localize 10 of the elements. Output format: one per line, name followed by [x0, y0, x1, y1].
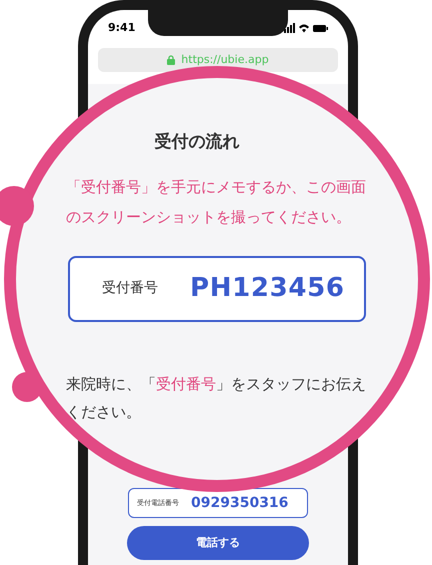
call-button[interactable]: 電話する: [127, 526, 309, 560]
instruction-text: 「受付番号」を手元にメモするか、この画面のスクリーンショットを撮ってください。: [66, 176, 367, 228]
section-title: 受付の流れ: [154, 131, 240, 154]
status-time: 9:41: [108, 20, 136, 36]
status-icons: [284, 23, 328, 33]
reception-number-label: 受付番号: [102, 279, 158, 298]
phone-number: 0929350316: [191, 494, 288, 512]
instruction-text: 来院時に、「受付番号」をスタッフにお伝えください。: [66, 374, 367, 422]
step-marker: [12, 372, 42, 402]
reception-number: PH123456: [190, 272, 345, 305]
